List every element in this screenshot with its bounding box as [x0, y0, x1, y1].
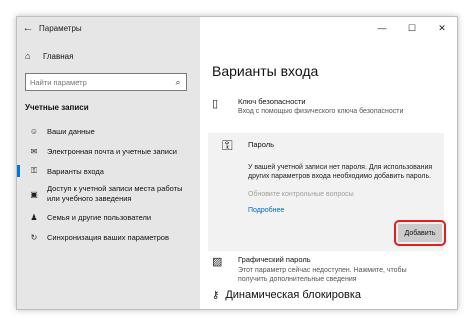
window-controls: — ☐ ✕ [200, 17, 457, 39]
sidebar-item-sync[interactable]: ↻ Синхронизация ваших параметров [17, 227, 200, 247]
password-description: У вашей учетной записи нет пароля. Для и… [248, 164, 433, 181]
sidebar-item-sign-in-options[interactable]: ⚿ Варианты входа [17, 161, 200, 181]
picture-icon: ▨ [212, 256, 223, 268]
back-arrow-icon[interactable]: ← [17, 22, 39, 34]
search-box: ⌕ [25, 73, 187, 91]
nav-home-label: Главная [43, 51, 74, 61]
nav-home[interactable]: ⌂ Главная [25, 51, 73, 61]
close-button[interactable]: ✕ [427, 17, 457, 39]
sidebar-item-email-accounts[interactable]: ✉ Электронная почта и учетные записи [17, 141, 200, 161]
briefcase-icon: ▣ [30, 189, 38, 199]
dynamic-lock-title: Динамическая блокировка [225, 289, 362, 301]
update-security-questions-link: Обновите контрольные вопросы [248, 191, 354, 198]
learn-more-link[interactable]: Подробнее [248, 207, 284, 214]
sidebar-item-label: Семья и другие пользователи [47, 212, 152, 222]
section-title: Учетные записи [25, 103, 89, 112]
sidebar-item-label: Электронная почта и учетные записи [47, 146, 177, 156]
search-input[interactable] [26, 77, 164, 87]
minimize-button[interactable]: — [367, 17, 397, 39]
password-title: Пароль [248, 140, 275, 149]
title-bar: ← Параметры — ☐ ✕ [17, 17, 457, 39]
dynamic-lock-heading: ⚷ Динамическая блокировка [212, 289, 361, 301]
key-icon: ⚿ [30, 166, 38, 175]
key-icon: ⚿ [222, 137, 233, 153]
option-picture-password[interactable]: ▨ Графический пароль Этот параметр сейча… [212, 255, 428, 284]
option-title: Ключ безопасности [238, 97, 306, 106]
sidebar-item-family[interactable]: ♟ Семья и другие пользователи [17, 207, 200, 227]
sidebar-item-label: Синхронизация ваших параметров [47, 232, 169, 242]
nav-list: ☺ Ваши данные ✉ Электронная почта и учет… [17, 121, 200, 247]
lock-icon: ⚷ [212, 289, 220, 301]
usb-key-icon: ▯ [212, 98, 219, 110]
sidebar-item-label: Ваши данные [47, 126, 95, 136]
option-title: Графический пароль [238, 255, 311, 264]
title-bar-left: ← Параметры [17, 17, 200, 39]
password-panel[interactable]: ⚿ Пароль У вашей учетной записи нет паро… [208, 133, 446, 251]
option-subtitle: Этот параметр сейчас недоступен. Нажмите… [238, 267, 407, 284]
search-icon[interactable]: ⌕ [170, 77, 186, 88]
sidebar-item-label: Варианты входа [47, 166, 104, 176]
mail-icon: ✉ [30, 146, 38, 156]
option-subtitle: Вход с помощью физического ключа безопас… [238, 108, 404, 115]
add-password-button[interactable]: Добавить [398, 224, 442, 242]
people-icon: ♟ [30, 212, 38, 222]
home-icon: ⌂ [25, 51, 31, 61]
maximize-button[interactable]: ☐ [397, 17, 427, 39]
sidebar-item-work-access[interactable]: ▣ Доступ к учетной записи места работы и… [17, 181, 200, 207]
sync-icon: ↻ [30, 232, 38, 242]
main-content: Варианты входа ▯ Ключ безопасности Вход … [200, 39, 457, 309]
person-icon: ☺ [29, 126, 39, 136]
sidebar-item-your-info[interactable]: ☺ Ваши данные [17, 121, 200, 141]
option-security-key[interactable]: ▯ Ключ безопасности Вход с помощью физич… [212, 97, 403, 115]
sidebar-item-label: Доступ к учетной записи места работы или… [47, 184, 183, 203]
window-title: Параметры [39, 23, 82, 33]
settings-window: ← Параметры — ☐ ✕ ⌂ Главная ⌕ Учетные за… [16, 16, 458, 310]
sidebar: ⌂ Главная ⌕ Учетные записи ☺ Ваши данные… [17, 39, 200, 309]
page-title: Варианты входа [212, 63, 319, 79]
